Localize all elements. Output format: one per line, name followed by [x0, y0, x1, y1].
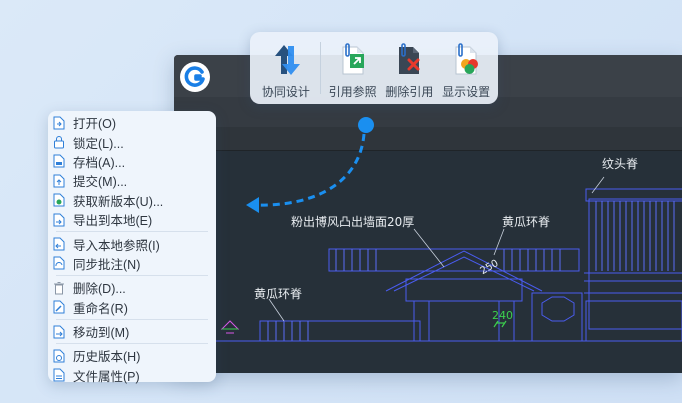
menu-item-move[interactable]: 移动到(M): [48, 322, 216, 341]
file-properties-icon: [52, 368, 66, 382]
sync-annotation-icon: [52, 256, 66, 270]
drawing-label: 黄瓜环脊: [254, 287, 303, 301]
menu-divider: [56, 231, 208, 233]
move-file-icon: [52, 325, 66, 339]
drawing-label: 纹头脊: [602, 157, 639, 171]
app-logo[interactable]: [180, 62, 210, 92]
dimension-label: 240: [492, 309, 513, 322]
toolbar-label: 删除引用: [385, 85, 434, 99]
rename-file-icon: [52, 300, 66, 314]
reference-delete-icon: [389, 40, 429, 79]
toolbar-label: 显示设置: [442, 85, 491, 99]
display-settings-button[interactable]: 显示设置: [438, 36, 494, 100]
menu-item-import-reference[interactable]: 导入本地参照(I): [48, 234, 216, 253]
lock-icon: [52, 135, 66, 149]
reference-delete-button[interactable]: 删除引用: [380, 36, 438, 100]
menu-item-lock[interactable]: 锁定(L)...: [48, 132, 216, 151]
menu-item-delete[interactable]: 删除(D)...: [48, 278, 216, 297]
menu-item-properties[interactable]: 文件属性(P): [48, 366, 216, 385]
collaborate-button[interactable]: 协同设计: [256, 36, 316, 100]
trash-icon: [52, 281, 66, 295]
open-file-icon: [52, 116, 66, 130]
drawing-label: 黄瓜环脊: [502, 215, 551, 229]
reference-attach-button[interactable]: 引用参照: [325, 36, 381, 100]
menu-divider: [56, 318, 208, 320]
menu-item-open[interactable]: 打开(O): [48, 113, 216, 132]
export-file-icon: [52, 213, 66, 227]
menu-item-export[interactable]: 导出到本地(E): [48, 210, 216, 229]
collaborate-icon: [266, 40, 306, 79]
menu-item-rename[interactable]: 重命名(R): [48, 298, 216, 317]
reference-attach-icon: [333, 40, 373, 79]
submit-file-icon: [52, 174, 66, 188]
menu-item-history[interactable]: 历史版本(H): [48, 346, 216, 365]
flow-arrow: [246, 117, 374, 213]
toolbar-label: 引用参照: [328, 85, 377, 99]
import-reference-icon: [52, 237, 66, 251]
collaboration-toolbar: 协同设计 引用参照 删除引用 显示设置: [250, 32, 498, 104]
menu-item-submit[interactable]: 提交(M)...: [48, 171, 216, 190]
menu-item-sync-annotation[interactable]: 同步批注(N): [48, 254, 216, 273]
menu-item-archive[interactable]: 存档(A)...: [48, 152, 216, 171]
toolbar-label: 协同设计: [261, 85, 310, 99]
menu-divider: [56, 275, 208, 277]
menu-item-get-latest[interactable]: 获取新版本(U)...: [48, 191, 216, 210]
toolbar-divider: [319, 42, 321, 94]
history-file-icon: [52, 349, 66, 363]
display-settings-icon: [446, 40, 486, 79]
file-context-menu: 打开(O) 锁定(L)... 存档(A)... 提交(M)... 获取新版本(U…: [48, 111, 216, 385]
menu-divider: [56, 343, 208, 345]
archive-file-icon: [52, 154, 66, 168]
get-latest-icon: [52, 193, 66, 207]
